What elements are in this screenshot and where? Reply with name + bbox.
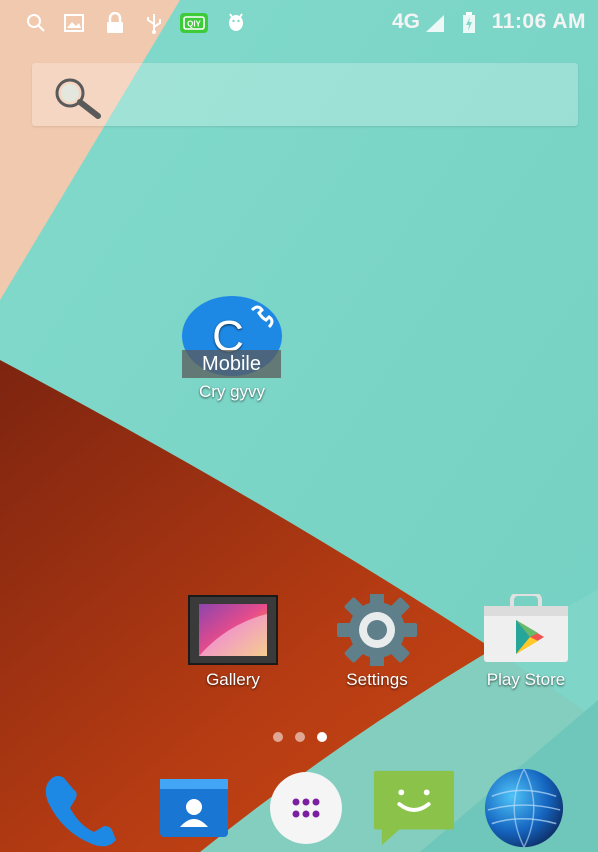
app-drawer-icon[interactable]: [264, 766, 348, 850]
lock-icon: [105, 12, 125, 34]
android-debug-icon: [226, 12, 246, 34]
app-label-settings: Settings: [346, 670, 408, 689]
gallery-icon[interactable]: [187, 594, 279, 666]
search-icon[interactable]: [50, 75, 110, 124]
page-indicator: [273, 732, 327, 742]
page-dot[interactable]: [295, 732, 305, 742]
wallpaper: [0, 0, 598, 852]
app-label-gallery: Gallery: [206, 670, 260, 689]
app-settings[interactable]: Settings: [322, 590, 432, 690]
play-store-icon[interactable]: [478, 592, 574, 666]
messaging-icon[interactable]: [372, 766, 456, 850]
signal-icon: [424, 12, 446, 34]
svg-text:QIY: QIY: [187, 20, 201, 29]
usb-icon: [144, 12, 164, 34]
app-gallery[interactable]: Gallery: [178, 594, 288, 690]
app-label-play-store: Play Store: [486, 670, 566, 689]
contacts-icon[interactable]: [152, 766, 236, 850]
search-icon: [26, 12, 46, 34]
shortcut-label: Cry gyvy: [198, 382, 266, 401]
qiyi-icon: QIY: [178, 12, 210, 34]
phone-icon[interactable]: [38, 766, 122, 850]
battery-charging-icon: [462, 12, 476, 34]
browser-globe-icon[interactable]: [482, 766, 566, 850]
app-play-store[interactable]: Play Store: [468, 592, 584, 690]
network-type: 4G: [392, 10, 421, 33]
status-bar: QIY 4G 11:06 AM: [0, 0, 598, 50]
shortcut-cry-gyvy[interactable]: C Cry gyvy: [174, 296, 290, 402]
page-dot[interactable]: [273, 732, 283, 742]
mobile-badge: Mobile: [182, 350, 281, 378]
image-icon: [64, 12, 84, 34]
page-dot-active[interactable]: [317, 732, 327, 742]
settings-icon[interactable]: [331, 590, 423, 670]
search-bar[interactable]: [32, 63, 578, 126]
clock: 11:06 AM: [491, 10, 586, 33]
